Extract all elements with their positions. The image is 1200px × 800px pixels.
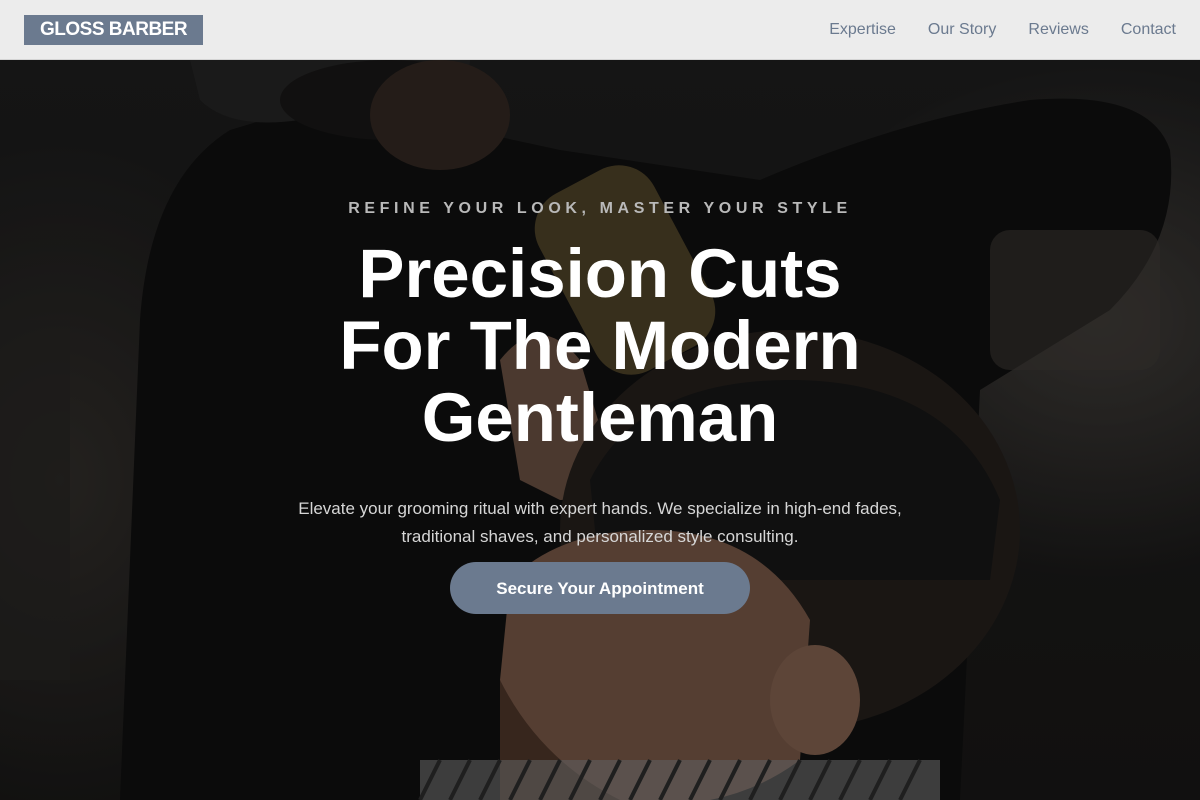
hero-headline: Precision Cuts For The Modern Gentleman <box>339 235 861 456</box>
nav-link-expertise[interactable]: Expertise <box>829 21 896 39</box>
book-appointment-button[interactable]: Secure Your Appointment <box>450 562 750 614</box>
nav-link-contact[interactable]: Contact <box>1121 21 1176 39</box>
site-logo[interactable]: GLOSS BARBER <box>24 15 204 45</box>
site-header: GLOSS BARBER Expertise Our Story Reviews… <box>0 0 1200 60</box>
nav-link-our-story[interactable]: Our Story <box>928 21 996 39</box>
main-nav: Expertise Our Story Reviews Contact <box>829 0 1176 60</box>
hero-eyebrow: REFINE YOUR LOOK, MASTER YOUR STYLE <box>348 200 852 217</box>
landing-page: GLOSS BARBER Expertise Our Story Reviews… <box>0 0 1200 800</box>
hero-subtext: Elevate your grooming ritual with expert… <box>298 499 902 546</box>
nav-link-reviews[interactable]: Reviews <box>1028 21 1088 39</box>
hero-section: REFINE YOUR LOOK, MASTER YOUR STYLE Prec… <box>0 60 1200 800</box>
